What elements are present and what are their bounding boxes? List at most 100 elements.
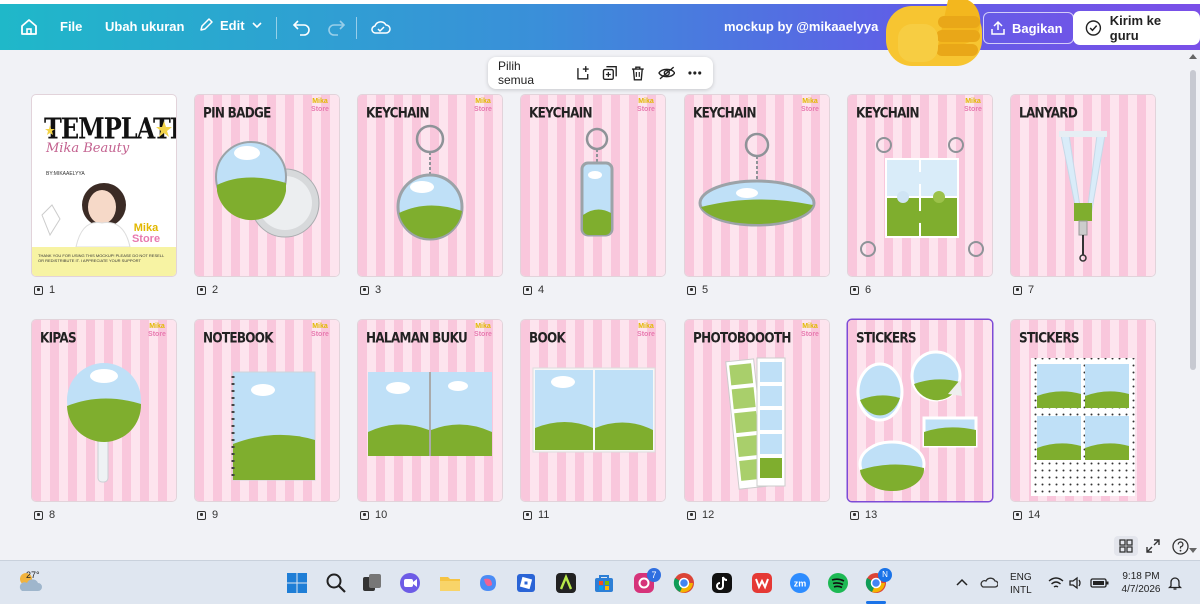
- page-thumbnail-1[interactable]: TEMPLATE Mika Beauty BY:MIKAAELYYA Mika …: [32, 95, 176, 276]
- page-number: 13: [865, 509, 878, 521]
- page-label-12: 12: [687, 509, 714, 521]
- page-notes-icon[interactable]: [687, 510, 696, 520]
- page-thumbnail-9[interactable]: NOTEBOOK Mika Store: [195, 320, 339, 501]
- chevron-up-icon[interactable]: [956, 577, 968, 587]
- page-notes-icon[interactable]: [34, 510, 43, 520]
- page-label-9: 9: [197, 509, 218, 521]
- open-book-mockup: [532, 367, 656, 453]
- page-notes-icon[interactable]: [523, 510, 532, 520]
- upload-icon: [991, 20, 1005, 35]
- fullscreen-button[interactable]: [1145, 536, 1161, 556]
- page-label-11: 11: [523, 509, 549, 521]
- page-notes-icon[interactable]: [687, 285, 696, 295]
- clock-time: 9:18 PM: [1122, 571, 1160, 582]
- onedrive-icon[interactable]: [980, 573, 998, 591]
- undo-icon[interactable]: [292, 18, 312, 36]
- page-notes-icon[interactable]: [197, 285, 206, 295]
- page-notes-icon[interactable]: [850, 510, 859, 520]
- page-notes-icon[interactable]: [360, 285, 369, 295]
- page-thumbnail-14[interactable]: STICKERS: [1011, 320, 1155, 501]
- chrome-icon[interactable]: [672, 571, 696, 595]
- spotify-icon[interactable]: [826, 571, 850, 595]
- scroll-up-icon[interactable]: [1189, 54, 1197, 59]
- puzzle-keychain-mockup: [860, 137, 984, 257]
- search-icon[interactable]: [324, 571, 348, 595]
- page-thumbnail-4[interactable]: KEYCHAIN Mika Store: [521, 95, 665, 276]
- help-button[interactable]: [1172, 536, 1189, 556]
- page-thumbnail-11[interactable]: BOOK Mika Store: [521, 320, 665, 501]
- tiktok-icon[interactable]: [710, 571, 734, 595]
- delete-icon[interactable]: [630, 65, 646, 81]
- page-number: 6: [865, 284, 872, 296]
- expand-icon: [1146, 539, 1160, 553]
- grid-icon: [1119, 539, 1133, 553]
- video-call-app-icon[interactable]: [398, 571, 422, 595]
- page-thumbnail-7[interactable]: LANYARD: [1011, 95, 1155, 276]
- page-thumbnail-12[interactable]: PHOTOBOOOTH Mika Store: [685, 320, 829, 501]
- more-icon[interactable]: [687, 65, 703, 81]
- copilot-icon[interactable]: [476, 571, 500, 595]
- document-title[interactable]: mockup by @mikaaelyya: [724, 19, 878, 34]
- clock[interactable]: 9:18 PM 4/7/2026: [1117, 570, 1165, 596]
- share-button[interactable]: Bagikan: [983, 12, 1074, 44]
- vertical-scrollbar[interactable]: [1186, 50, 1200, 560]
- grid-view-button[interactable]: [1114, 536, 1138, 556]
- zoom-icon[interactable]: zm: [788, 571, 812, 595]
- share-label: Bagikan: [1012, 20, 1063, 36]
- duplicate-icon[interactable]: [602, 65, 618, 81]
- edit-menu[interactable]: Edit: [198, 17, 263, 33]
- cover-logo: Mika Store: [124, 223, 168, 245]
- selection-toolbar: Pilih semua: [488, 57, 713, 89]
- wifi-icon[interactable]: [1048, 576, 1064, 590]
- send-to-teacher-button[interactable]: Kirim ke guru: [1073, 11, 1200, 45]
- cloud-saved-icon[interactable]: [370, 18, 392, 36]
- page-thumbnail-8[interactable]: KIPAS Mika Store: [32, 320, 176, 501]
- page-thumbnail-13[interactable]: STICKERS: [848, 320, 992, 501]
- pin-badge-mockup: [215, 141, 320, 238]
- page-thumbnail-6[interactable]: KEYCHAIN Mika Store: [848, 95, 992, 276]
- page-label-10: 10: [360, 509, 387, 521]
- windows-start-icon[interactable]: [285, 571, 309, 595]
- help-icon: [1172, 537, 1189, 555]
- page-number: 10: [375, 509, 388, 521]
- page-notes-icon[interactable]: [523, 285, 532, 295]
- keyboard-layout: INTL: [1010, 585, 1032, 596]
- select-all-button[interactable]: Pilih semua: [498, 59, 559, 87]
- wps-office-icon[interactable]: [750, 571, 774, 595]
- microsoft-store-icon[interactable]: [592, 571, 616, 595]
- page-notes-icon[interactable]: [360, 510, 369, 520]
- page-notes-icon[interactable]: [850, 285, 859, 295]
- home-icon[interactable]: [18, 16, 40, 38]
- page-thumbnail-2[interactable]: PIN BADGE Mika Store: [195, 95, 339, 276]
- task-view-icon[interactable]: [360, 571, 384, 595]
- scroll-thumb[interactable]: [1190, 70, 1196, 370]
- page-thumbnail-10[interactable]: HALAMAN BUKU Mika Store: [358, 320, 502, 501]
- page-notes-icon[interactable]: [1013, 285, 1022, 295]
- battery-icon[interactable]: [1090, 576, 1110, 590]
- rectangle-keychain-mockup: [580, 127, 614, 237]
- page-thumbnail-5[interactable]: KEYCHAIN Mika Store: [685, 95, 829, 276]
- file-explorer-icon[interactable]: [438, 571, 462, 595]
- file-menu[interactable]: File: [60, 19, 82, 34]
- thumbs-up-emoji-icon: [886, 0, 982, 66]
- photobooth-strip-mockup: [725, 357, 786, 490]
- page-notes-icon[interactable]: [1013, 510, 1022, 520]
- page-notes-icon[interactable]: [34, 285, 43, 295]
- notification-bell-icon[interactable]: [1168, 575, 1182, 591]
- page-thumbnail-3[interactable]: KEYCHAIN Mika Store: [358, 95, 502, 276]
- pencil-icon: [200, 18, 213, 31]
- keyboard-language[interactable]: ENG INTL: [1010, 571, 1032, 597]
- page-label-14: 14: [1013, 509, 1040, 521]
- volume-icon[interactable]: [1068, 576, 1084, 590]
- scroll-down-icon[interactable]: [1189, 548, 1197, 553]
- add-page-icon[interactable]: [575, 65, 591, 81]
- page-number: 8: [49, 509, 56, 521]
- hide-icon[interactable]: [657, 65, 676, 81]
- app-a-icon[interactable]: [554, 571, 578, 595]
- hand-fan-mockup: [67, 363, 142, 483]
- page-notes-icon[interactable]: [197, 510, 206, 520]
- redo-icon[interactable]: [326, 18, 346, 36]
- resize-menu[interactable]: Ubah ukuran: [105, 19, 184, 34]
- edit-label: Edit: [220, 17, 245, 33]
- roblox-icon[interactable]: [514, 571, 538, 595]
